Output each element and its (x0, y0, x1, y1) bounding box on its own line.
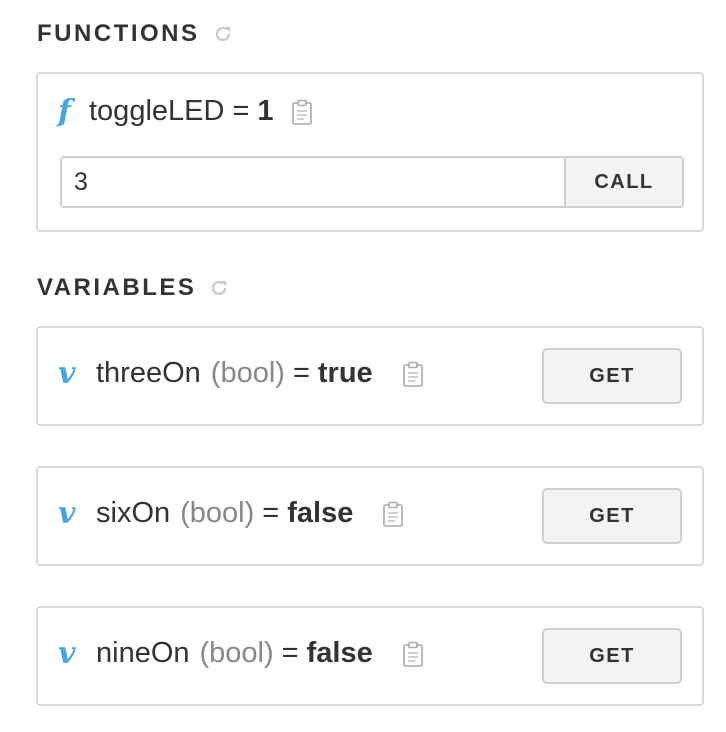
variable-value: false (306, 637, 373, 669)
variable-card-nineOn: v nineOn (bool) = false GET (36, 606, 704, 706)
get-button[interactable]: GET (542, 348, 682, 404)
functions-header: FUNCTIONS (37, 20, 234, 48)
function-call-group: CALL (60, 156, 684, 208)
variable-signature: v sixOn (bool) = false (58, 496, 404, 531)
variable-signature: v threeOn (bool) = true (58, 356, 423, 391)
function-name: toggleLED (89, 95, 225, 127)
variable-value: false (287, 497, 354, 529)
equals-sign: = (281, 637, 299, 669)
clipboard-icon[interactable] (402, 361, 423, 387)
equals-sign: = (232, 95, 250, 127)
variable-value: true (317, 357, 373, 389)
function-result: 1 (257, 95, 274, 127)
function-argument-input[interactable] (62, 158, 564, 206)
variable-name: sixOn (96, 497, 171, 529)
equals-sign: = (292, 357, 310, 389)
function-card-toggleLED: f toggleLED = 1 CALL (36, 72, 704, 232)
clipboard-icon[interactable] (383, 501, 404, 527)
variable-glyph: v (58, 496, 76, 531)
refresh-icon[interactable] (208, 277, 230, 299)
variable-glyph: v (58, 356, 76, 391)
get-button[interactable]: GET (542, 488, 682, 544)
variable-type: (bool) (199, 637, 274, 669)
variable-type: (bool) (210, 357, 285, 389)
variable-name: nineOn (96, 637, 190, 669)
clipboard-icon[interactable] (402, 641, 423, 667)
refresh-icon[interactable] (212, 23, 234, 45)
function-glyph: f (58, 94, 71, 129)
equals-sign: = (262, 497, 280, 529)
call-button[interactable]: CALL (564, 158, 682, 206)
variable-signature: v nineOn (bool) = false (58, 636, 423, 671)
variable-type: (bool) (180, 497, 255, 529)
clipboard-icon[interactable] (291, 99, 312, 125)
variable-card-sixOn: v sixOn (bool) = false GET (36, 466, 704, 566)
variable-glyph: v (58, 636, 76, 671)
functions-title: FUNCTIONS (37, 20, 200, 47)
variable-name: threeOn (96, 357, 201, 389)
function-signature: f toggleLED = 1 (58, 94, 312, 129)
variables-header: VARIABLES (37, 274, 230, 302)
variable-card-threeOn: v threeOn (bool) = true GET (36, 326, 704, 426)
get-button[interactable]: GET (542, 628, 682, 684)
variables-title: VARIABLES (37, 274, 197, 301)
